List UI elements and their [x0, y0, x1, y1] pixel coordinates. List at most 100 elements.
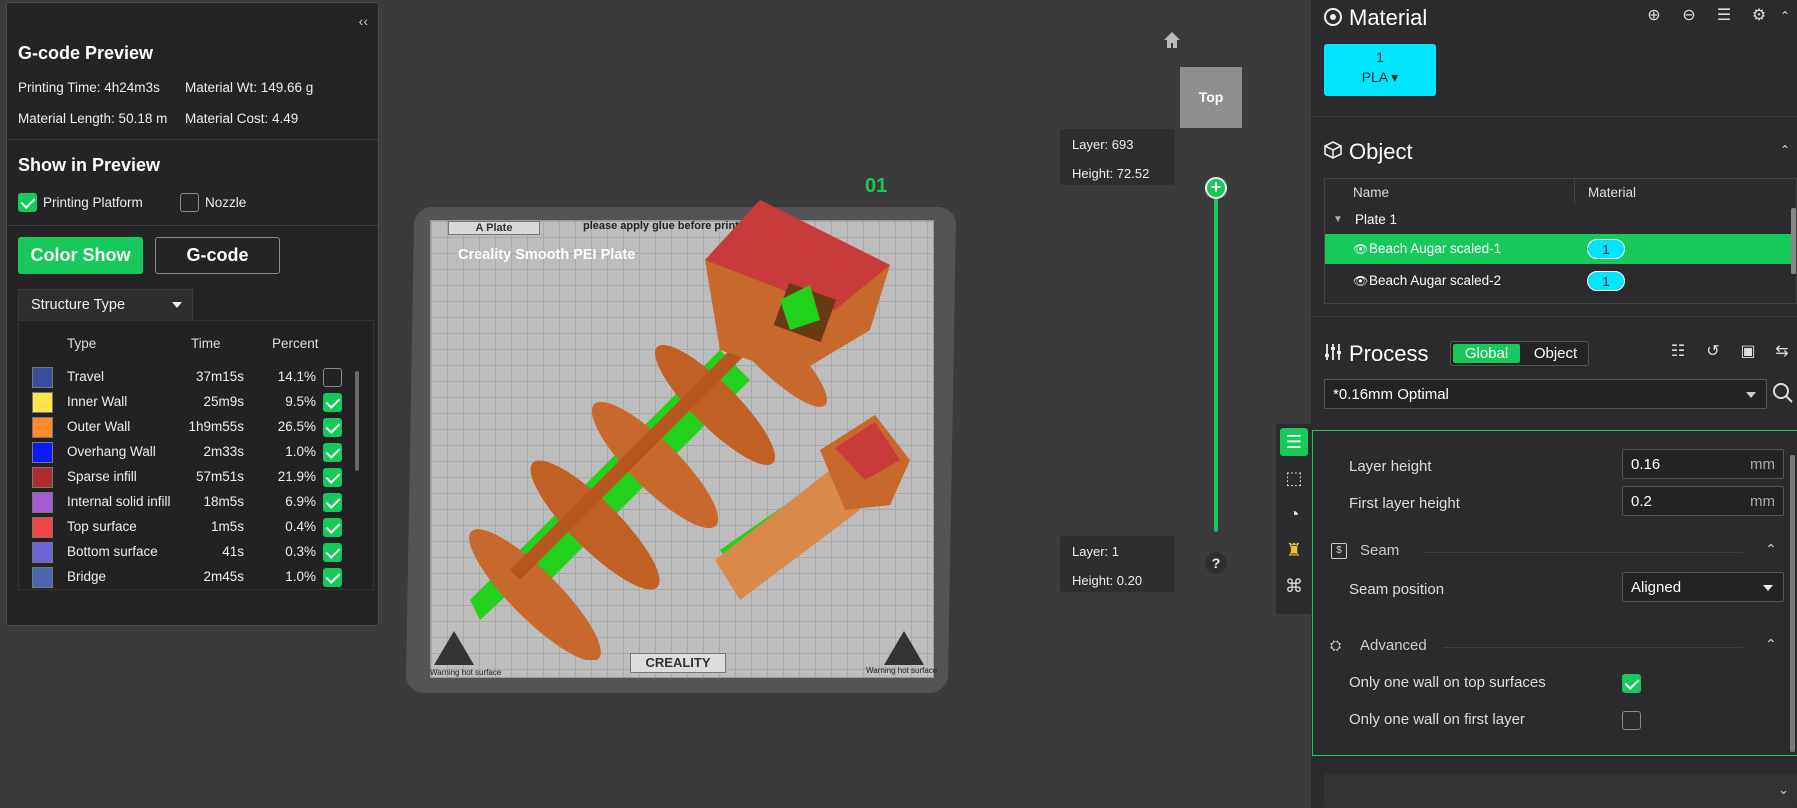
material-pill[interactable]: 1: [1587, 271, 1625, 291]
speed-tab-icon[interactable]: ◔: [1280, 500, 1308, 528]
collapse-up-icon[interactable]: ⌃: [1765, 636, 1777, 653]
column-divider: [1574, 179, 1575, 204]
color-swatch: [32, 467, 53, 488]
model-preview[interactable]: [450, 180, 950, 660]
legend-row: Inner Wall 25m9s 9.5%: [19, 390, 359, 415]
tab-object[interactable]: Object: [1523, 344, 1588, 363]
structure-name: Top surface: [67, 519, 137, 534]
layer-height-value: 0.16: [1631, 456, 1661, 473]
warning-text: Warning hot surface: [866, 666, 938, 675]
one-wall-top-checkbox[interactable]: [1622, 674, 1641, 693]
support-tab-icon[interactable]: ♜: [1280, 536, 1308, 564]
layer-slider-handle[interactable]: +: [1205, 177, 1227, 199]
layer-slider-track[interactable]: [1214, 186, 1218, 532]
material-chip-number: 1: [1376, 49, 1384, 65]
help-button[interactable]: ?: [1205, 552, 1227, 574]
share-icon[interactable]: ⇆: [1772, 342, 1792, 362]
first-layer-height-value: 0.2: [1631, 493, 1652, 510]
object-row[interactable]: 👁 Beach Augar scaled-1 1: [1325, 234, 1796, 264]
material-pill[interactable]: 1: [1587, 239, 1625, 259]
structure-name: Travel: [67, 369, 105, 384]
view-cube[interactable]: Top: [1180, 67, 1242, 128]
divider: [1443, 647, 1743, 648]
structure-time: 41s: [222, 544, 244, 559]
printing-platform-checkbox[interactable]: [18, 193, 37, 212]
home-icon[interactable]: [1162, 30, 1182, 55]
collapse-panel-icon[interactable]: ‹‹: [359, 13, 368, 29]
edit-icon[interactable]: ☰: [1714, 6, 1734, 26]
tab-global[interactable]: Global: [1453, 344, 1520, 363]
expand-triangle-icon[interactable]: ▼: [1333, 214, 1343, 225]
color-swatch: [32, 392, 53, 413]
gear-icon[interactable]: ⚙: [1749, 6, 1769, 26]
seam-position-select[interactable]: Aligned: [1622, 572, 1784, 602]
legend-table: Type Time Percent Travel 37m15s 14.1% Inner…: [18, 320, 374, 590]
legend-row: Overhang Wall 2m33s 1.0%: [19, 440, 359, 465]
object-scrollbar[interactable]: [1791, 208, 1796, 274]
visibility-checkbox[interactable]: [323, 368, 342, 387]
divider: [1423, 552, 1743, 553]
color-swatch: [32, 442, 53, 463]
structure-time: 2m45s: [203, 569, 244, 584]
first-layer-height-input[interactable]: 0.2 mm: [1622, 486, 1784, 516]
structure-percent: 9.5%: [285, 394, 316, 409]
settings-scrollbar[interactable]: [1790, 455, 1795, 752]
layer-height-input[interactable]: 0.16 mm: [1622, 449, 1784, 479]
color-show-button[interactable]: Color Show: [18, 237, 143, 274]
visibility-checkbox[interactable]: [323, 468, 342, 487]
legend-row: Top surface 1m5s 0.4%: [19, 515, 359, 540]
seam-position-value: Aligned: [1631, 579, 1682, 596]
legend-scrollbar[interactable]: [355, 371, 359, 471]
unit-label: mm: [1750, 456, 1775, 473]
structure-name: Internal solid infill: [67, 494, 171, 509]
remove-icon[interactable]: ⊖: [1679, 6, 1699, 26]
one-wall-first-label: Only one wall on first layer: [1349, 711, 1525, 728]
structure-type-dropdown[interactable]: Structure Type: [18, 289, 193, 321]
gcode-preview-panel: ‹‹ G-code Preview Printing Time: 4h24m3s…: [6, 2, 379, 626]
collapse-up-icon[interactable]: ⌃: [1775, 6, 1795, 26]
nozzle-checkbox[interactable]: [180, 193, 199, 212]
expand-down-icon[interactable]: ⌄: [1778, 782, 1789, 798]
visibility-checkbox[interactable]: [323, 418, 342, 437]
process-settings: Layer height 0.16 mm First layer height …: [1312, 430, 1797, 756]
printing-time: Printing Time: 4h24m3s: [18, 80, 160, 95]
plate-row[interactable]: ▼ Plate 1: [1325, 205, 1796, 235]
first-layer-height-label: First layer height: [1349, 495, 1460, 512]
quality-tab-icon[interactable]: ☰: [1280, 428, 1308, 456]
material-chip[interactable]: 1 PLA ▾: [1324, 44, 1436, 96]
legend-row: Outer Wall 1h9m55s 26.5%: [19, 415, 359, 440]
visibility-checkbox[interactable]: [323, 543, 342, 562]
layer-top-number: Layer: 693: [1072, 137, 1134, 152]
save-icon[interactable]: ▣: [1738, 342, 1758, 362]
visibility-checkbox[interactable]: [323, 393, 342, 412]
visibility-checkbox[interactable]: [323, 518, 342, 537]
search-icon[interactable]: [1772, 382, 1794, 404]
eye-icon[interactable]: 👁: [1353, 242, 1368, 256]
list-icon[interactable]: ☷: [1668, 342, 1688, 362]
visibility-checkbox[interactable]: [323, 443, 342, 462]
plate-label: Plate 1: [1355, 212, 1398, 227]
color-swatch: [32, 417, 53, 438]
structure-time: 37m15s: [195, 369, 244, 384]
strength-tab-icon[interactable]: ⬚: [1280, 464, 1308, 492]
structure-type-label: Structure Type: [31, 297, 126, 313]
object-table: Name Material ▼ Plate 1 👁 Beach Augar sc…: [1324, 178, 1797, 304]
cube-icon: [1323, 140, 1343, 160]
eye-icon[interactable]: 👁: [1353, 274, 1368, 288]
layer-top-info: Layer: 693 Height: 72.52: [1060, 129, 1175, 185]
structure-time: 18m5s: [203, 494, 244, 509]
process-preset-dropdown[interactable]: *0.16mm Optimal: [1324, 379, 1767, 409]
reset-icon[interactable]: ↺: [1703, 342, 1723, 362]
sliders-icon: [1323, 342, 1343, 362]
visibility-checkbox[interactable]: [323, 568, 342, 587]
bottom-action-bar: ⌄: [1324, 774, 1797, 808]
one-wall-first-checkbox[interactable]: [1622, 711, 1641, 730]
gcode-button[interactable]: G-code: [155, 237, 280, 274]
collapse-up-icon[interactable]: ⌃: [1765, 541, 1777, 558]
others-tab-icon[interactable]: ⌘: [1280, 572, 1308, 600]
collapse-up-icon[interactable]: ⌃: [1775, 140, 1795, 160]
object-row[interactable]: 👁 Beach Augar scaled-2 1: [1325, 266, 1796, 296]
structure-name: Bridge: [67, 569, 107, 584]
visibility-checkbox[interactable]: [323, 493, 342, 512]
add-icon[interactable]: ⊕: [1644, 6, 1664, 26]
